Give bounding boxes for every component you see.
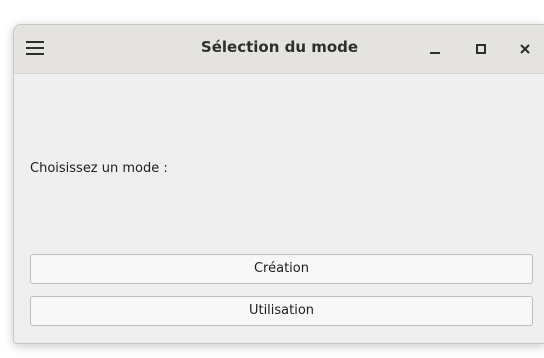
window-title: Sélection du mode — [200, 38, 359, 56]
maximize-button[interactable] — [470, 38, 492, 60]
minimize-button[interactable] — [424, 38, 446, 60]
usage-mode-button[interactable]: Utilisation — [30, 296, 533, 326]
close-icon — [520, 44, 530, 54]
maximize-icon — [476, 44, 486, 54]
close-button[interactable] — [514, 38, 536, 60]
mode-prompt-label: Choisissez un mode : — [30, 161, 168, 176]
title-bar[interactable]: Sélection du mode — [14, 25, 544, 74]
minimize-icon — [430, 52, 440, 54]
creation-mode-button[interactable]: Création — [30, 254, 533, 284]
mode-selection-dialog: Sélection du mode Choisissez un mode : C… — [13, 24, 544, 344]
